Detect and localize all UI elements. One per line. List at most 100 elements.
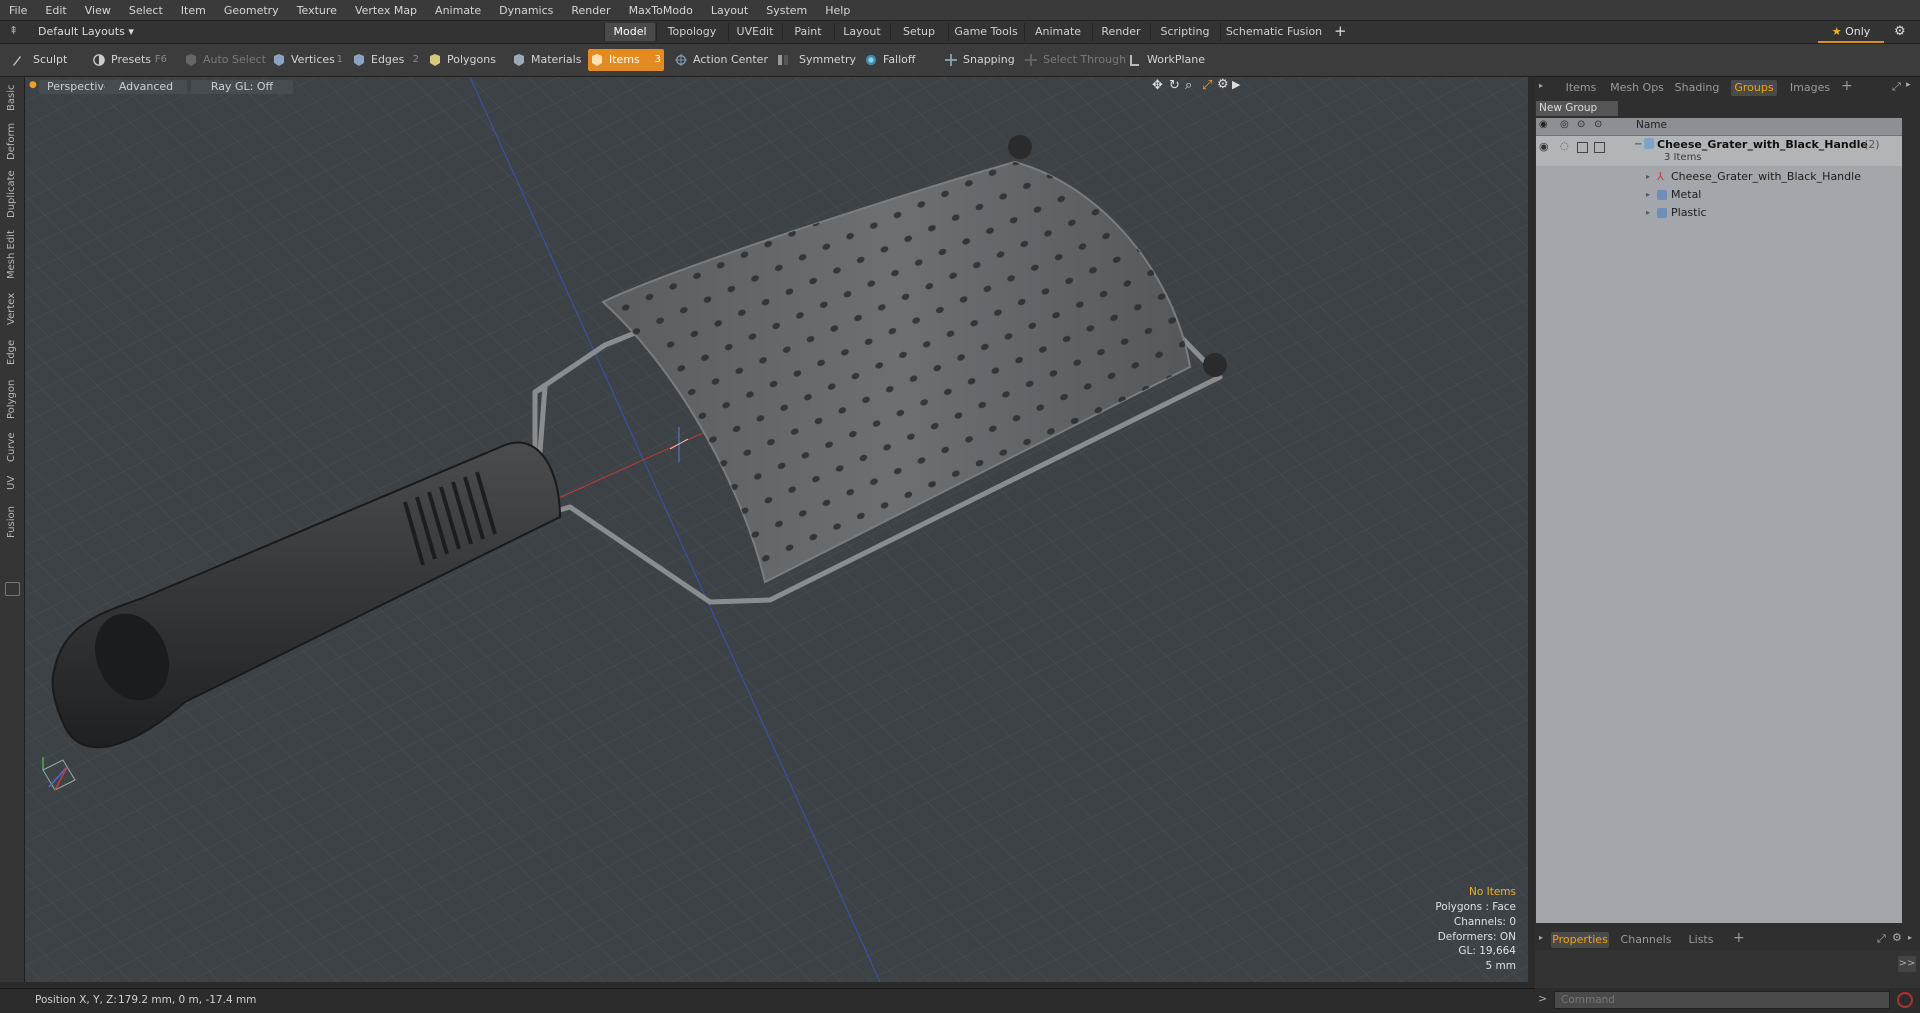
vtab-vertex[interactable]: Vertex	[2, 289, 22, 329]
select-checkbox[interactable]	[1594, 142, 1605, 153]
default-layouts-dropdown[interactable]: Default Layouts ▾	[38, 24, 134, 40]
record-button-icon[interactable]	[1897, 992, 1913, 1008]
menu-item[interactable]: Item	[172, 4, 215, 17]
expand-icon[interactable]: ▸	[1646, 186, 1650, 204]
tab-model[interactable]: Model	[604, 23, 655, 41]
list-item[interactable]: ▸ Metal	[1536, 186, 1902, 204]
vertices-button[interactable]: Vertices 1	[270, 49, 346, 71]
name-column-header[interactable]: Name	[1636, 119, 1667, 131]
tab-uvedit[interactable]: UVEdit	[728, 23, 781, 41]
vtab-curve[interactable]: Curve	[2, 429, 22, 465]
tab-topology[interactable]: Topology	[656, 23, 727, 41]
menu-maxtomodo[interactable]: MaxToModo	[620, 4, 702, 17]
bottom-options-icon[interactable]: ▸	[1908, 933, 1912, 942]
add-bottom-tab-icon[interactable]: +	[1733, 930, 1745, 946]
visibility-eye-icon[interactable]: ◉	[1539, 138, 1549, 156]
raygl-button[interactable]: Ray GL: Off	[191, 80, 293, 94]
menu-vertex-map[interactable]: Vertex Map	[346, 4, 426, 17]
tab-images[interactable]: Images	[1785, 80, 1835, 96]
menu-layout[interactable]: Layout	[702, 4, 757, 17]
menu-system[interactable]: System	[757, 4, 816, 17]
vtab-basic[interactable]: Basic	[2, 81, 22, 115]
lock-checkbox[interactable]	[1577, 142, 1588, 153]
panel-options-icon[interactable]: ▸	[1906, 80, 1911, 90]
tab-layout[interactable]: Layout	[834, 23, 889, 41]
expand-icon[interactable]: ▸	[1646, 204, 1650, 222]
vtab-duplicate[interactable]: Duplicate	[2, 167, 22, 221]
vtab-edge[interactable]: Edge	[2, 335, 22, 369]
tab-mesh-ops[interactable]: Mesh Ops	[1607, 80, 1667, 96]
tab-properties[interactable]: Properties	[1551, 932, 1609, 948]
bottom-gear-icon[interactable]: ⚙	[1892, 931, 1902, 944]
tab-lists[interactable]: Lists	[1681, 932, 1721, 948]
items-button[interactable]: Items 3	[588, 49, 664, 71]
auto-select-button[interactable]: Auto Select	[182, 49, 266, 71]
zoom-view-icon[interactable]: ⌕	[1185, 78, 1192, 93]
tab-game-tools[interactable]: Game Tools	[948, 23, 1023, 41]
action-center-button[interactable]: Action Center	[672, 49, 772, 71]
render-toggle-icon[interactable]: ◌	[1560, 138, 1569, 156]
tool-palette-icon[interactable]	[5, 582, 20, 596]
layout-lock-icon[interactable]: ⇞	[9, 25, 19, 37]
polygons-button[interactable]: Polygons	[426, 49, 506, 71]
tab-groups[interactable]: Groups	[1731, 80, 1777, 96]
tab-schematic-fusion[interactable]: Schematic Fusion	[1220, 23, 1327, 41]
sculpt-button[interactable]: Sculpt	[8, 49, 80, 71]
collapse-toggle-icon[interactable]: −	[1634, 136, 1642, 154]
shading-button[interactable]: Advanced	[105, 80, 187, 94]
panel-expand-icon[interactable]: ⤢	[1892, 80, 1901, 94]
menu-file[interactable]: File	[0, 4, 36, 17]
menu-edit[interactable]: Edit	[36, 4, 75, 17]
move-view-icon[interactable]: ✥	[1152, 78, 1163, 93]
vtab-mesh-edit[interactable]: Mesh Edit	[2, 227, 22, 283]
viewport-options-icon[interactable]: ●	[29, 80, 37, 90]
tab-items[interactable]: Items	[1559, 80, 1603, 96]
tab-scripting[interactable]: Scripting	[1150, 23, 1219, 41]
group-row[interactable]: ◉ ◌ − Cheese_Grater_with_Black_Handle (2…	[1536, 136, 1902, 166]
command-input[interactable]	[1554, 991, 1890, 1009]
edges-button[interactable]: Edges 2	[350, 49, 422, 71]
add-panel-tab-icon[interactable]: +	[1841, 78, 1853, 94]
workplane-button[interactable]: WorkPlane	[1126, 49, 1212, 71]
rotate-view-icon[interactable]: ↻	[1169, 78, 1180, 93]
menu-dynamics[interactable]: Dynamics	[490, 4, 562, 17]
menu-geometry[interactable]: Geometry	[215, 4, 288, 17]
menu-view[interactable]: View	[76, 4, 120, 17]
symmetry-button[interactable]: Symmetry	[774, 49, 856, 71]
falloff-button[interactable]: Falloff	[862, 49, 932, 71]
tab-paint[interactable]: Paint	[782, 23, 833, 41]
materials-button[interactable]: Materials	[510, 49, 582, 71]
tab-shading[interactable]: Shading	[1671, 80, 1723, 96]
menu-select[interactable]: Select	[120, 4, 172, 17]
viewport-expand-icon[interactable]: ▶	[1232, 78, 1240, 91]
viewport-settings-icon[interactable]: ⚙	[1217, 77, 1229, 92]
list-item[interactable]: ▸ Plastic	[1536, 204, 1902, 222]
tab-animate[interactable]: Animate	[1024, 23, 1091, 41]
tab-channels[interactable]: Channels	[1617, 932, 1675, 948]
3d-viewport[interactable]: ● Perspective Advanced Ray GL: Off ✥ ↻ ⌕…	[25, 77, 1528, 982]
vtab-deform[interactable]: Deform	[2, 121, 22, 161]
expand-icon[interactable]: ▸	[1646, 168, 1650, 186]
menu-texture[interactable]: Texture	[288, 4, 346, 17]
menu-help[interactable]: Help	[816, 4, 859, 17]
bottom-expand-icon[interactable]: ⤢	[1877, 932, 1886, 946]
add-tab-icon[interactable]: +	[1334, 22, 1347, 40]
fit-view-icon[interactable]: ⤢	[1202, 78, 1212, 93]
presets-button[interactable]: Presets F6	[90, 49, 170, 71]
panel-menu-icon[interactable]: ▸	[1539, 81, 1543, 90]
only-toggle[interactable]: ★ Only	[1818, 23, 1884, 43]
properties-menu-icon[interactable]: ▸	[1539, 933, 1543, 942]
tab-setup[interactable]: Setup	[890, 23, 947, 41]
vtab-fusion[interactable]: Fusion	[2, 501, 22, 543]
menu-render[interactable]: Render	[562, 4, 619, 17]
gear-icon[interactable]: ⚙	[1894, 23, 1906, 41]
vtab-uv[interactable]: UV	[2, 471, 22, 495]
groups-list[interactable]: ◉ ◌ − Cheese_Grater_with_Black_Handle (2…	[1536, 118, 1902, 923]
tab-render[interactable]: Render	[1092, 23, 1149, 41]
list-item[interactable]: ▸ ⅄ Cheese_Grater_with_Black_Handle	[1536, 168, 1902, 186]
vtab-polygon[interactable]: Polygon	[2, 375, 22, 423]
snapping-button[interactable]: Snapping	[942, 49, 1032, 71]
expand-properties-button[interactable]: >>	[1898, 956, 1916, 972]
select-through-button[interactable]: Select Through	[1022, 49, 1126, 71]
new-group-button[interactable]: New Group	[1536, 101, 1618, 116]
